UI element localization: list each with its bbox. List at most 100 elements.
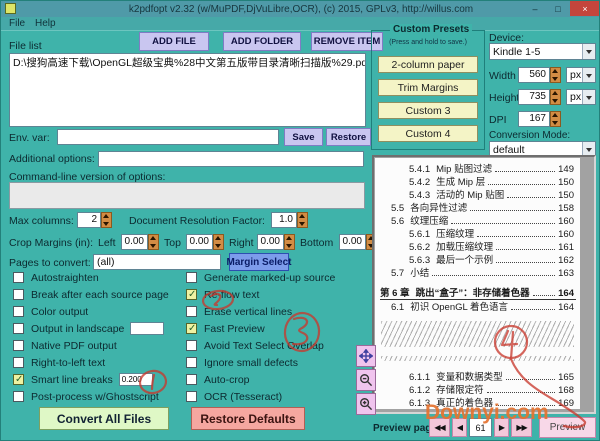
width-stepper[interactable]: 560 [518,67,561,83]
preset-button-3[interactable]: Custom 3 [378,102,478,119]
close-button[interactable]: × [570,1,600,16]
checkbox[interactable] [13,323,24,334]
toc-leader-dots [511,309,555,310]
option-row: Output in landscape [13,320,185,337]
toc-page-number: 169 [558,398,576,409]
dpi-stepper[interactable]: 167 [518,111,561,127]
spin-arrows-icon[interactable] [550,111,561,127]
checkbox[interactable] [186,391,197,402]
checkbox[interactable] [13,357,24,368]
zoom-out-button[interactable] [356,369,376,391]
toc-top: 5.4.1 Mip 贴图过滤 149 5.4.2 生成 Mip 层 150 5. [379,162,576,313]
option-label: Generate marked-up source [204,272,335,284]
window-title: k2pdfopt v2.32 (w/MuPDF,DjVuLibre,OCR), … [1,4,600,15]
option-label: Ignore small defects [204,357,298,369]
option-row: Post-process w/Ghostscript [13,388,185,405]
checkbox[interactable] [13,340,24,351]
checkbox[interactable] [13,391,24,402]
zoom-in-button[interactable] [356,393,376,415]
device-select[interactable]: Kindle 1-5 [489,43,596,60]
chevron-down-icon[interactable] [582,44,595,59]
zoom-out-icon [359,373,373,387]
options-column-left: Autostraighten Break after each source p… [13,269,185,405]
menu-help[interactable]: Help [35,18,56,29]
spin-arrows-icon[interactable] [101,212,112,228]
preview-page: 5.4.1 Mip 贴图过滤 149 5.4.2 生成 Mip 层 150 5. [375,158,580,409]
app-icon [5,3,16,14]
preset-button-1[interactable]: 2-column paper [378,56,478,73]
chevron-down-icon[interactable] [582,90,595,104]
toc-leader-dots [477,236,555,237]
conversion-mode-label: Conversion Mode: [489,130,570,141]
option-value-input[interactable] [130,322,164,335]
restore-defaults-button[interactable]: Restore Defaults [191,407,305,430]
option-row: Generate marked-up source [186,269,366,286]
crop-top-stepper[interactable]: 0.00 [186,234,224,250]
toc-leader-dots [507,197,555,198]
checkbox[interactable] [186,357,197,368]
width-unit-select[interactable]: px [566,67,596,83]
crop-top-label: Top [164,237,181,249]
toc-leader-dots [495,171,555,172]
toc-leader-dots [487,392,555,393]
checkbox[interactable] [13,272,24,283]
chevron-down-icon[interactable] [582,68,595,82]
env-var-input[interactable] [57,129,279,145]
option-value-input[interactable] [119,373,153,386]
toc-number: 5.4.2 [409,177,430,188]
toc-title: 变量和数据类型 [436,369,503,383]
option-row: OCR (Tesseract) [186,388,366,405]
spin-arrows-icon[interactable] [284,234,295,250]
toc-entry: 6.1.1 变量和数据类型 165 [409,370,576,383]
toc-page-number: 164 [558,302,576,313]
crop-left-stepper[interactable]: 0.00 [121,234,159,250]
height-label: Height [489,92,519,104]
max-columns-stepper[interactable]: 2 [77,212,112,228]
additional-options-input[interactable] [98,151,364,167]
height-unit-select[interactable]: px [566,89,596,105]
checkbox[interactable] [13,374,24,385]
doc-res-stepper[interactable]: 1.0 [271,212,308,228]
convert-all-files-button[interactable]: Convert All Files [39,407,169,430]
env-save-button[interactable]: Save [284,128,323,146]
env-restore-button[interactable]: Restore [326,128,371,146]
preset-button-2[interactable]: Trim Margins [378,79,478,96]
toc-page-number: 158 [558,203,576,214]
pan-button[interactable] [356,345,376,367]
option-label: OCR (Tesseract) [204,391,282,403]
checkbox[interactable] [186,306,197,317]
height-unit-value: px [570,91,581,103]
spin-arrows-icon[interactable] [550,89,561,105]
add-folder-button[interactable]: ADD FOLDER [223,32,301,51]
crop-right-stepper[interactable]: 0.00 [257,234,295,250]
spin-arrows-icon[interactable] [213,234,224,250]
toc-entry: 5.4.1 Mip 贴图过滤 149 [409,162,576,175]
conversion-mode-value: default [493,144,525,156]
preset-button-4[interactable]: Custom 4 [378,125,478,142]
checkbox[interactable] [13,289,24,300]
height-stepper[interactable]: 735 [518,89,561,105]
spin-arrows-icon[interactable] [297,212,308,228]
file-list-entry[interactable]: D:\搜狗高速下载\OpenGL超级宝典%28中文第五版带目录清晰扫描版%29.… [13,57,366,69]
spin-arrows-icon[interactable] [550,67,561,83]
maximize-button[interactable]: □ [547,1,569,16]
checkbox[interactable] [186,323,197,334]
option-row: Right-to-left text [13,354,185,371]
file-list-box[interactable]: D:\搜狗高速下载\OpenGL超级宝典%28中文第五版带目录清晰扫描版%29.… [9,53,366,127]
spin-arrows-icon[interactable] [148,234,159,250]
toc-page-number: 161 [558,242,576,253]
option-row: Erase vertical lines [186,303,366,320]
app-window: k2pdfopt v2.32 (w/MuPDF,DjVuLibre,OCR), … [0,0,600,441]
add-file-button[interactable]: ADD FILE [139,32,209,51]
checkbox[interactable] [13,306,24,317]
option-label: Smart line breaks [31,374,113,386]
pages-to-convert-input[interactable] [93,254,221,270]
checkbox[interactable] [186,340,197,351]
checkbox[interactable] [186,289,197,300]
toc-entry: 6.1 初识 OpenGL 着色语言 164 [391,300,576,313]
menu-file[interactable]: File [9,18,25,29]
checkbox[interactable] [186,374,197,385]
minimize-button[interactable]: – [524,1,546,16]
checkbox[interactable] [186,272,197,283]
env-var-label: Env. var: [9,132,50,144]
